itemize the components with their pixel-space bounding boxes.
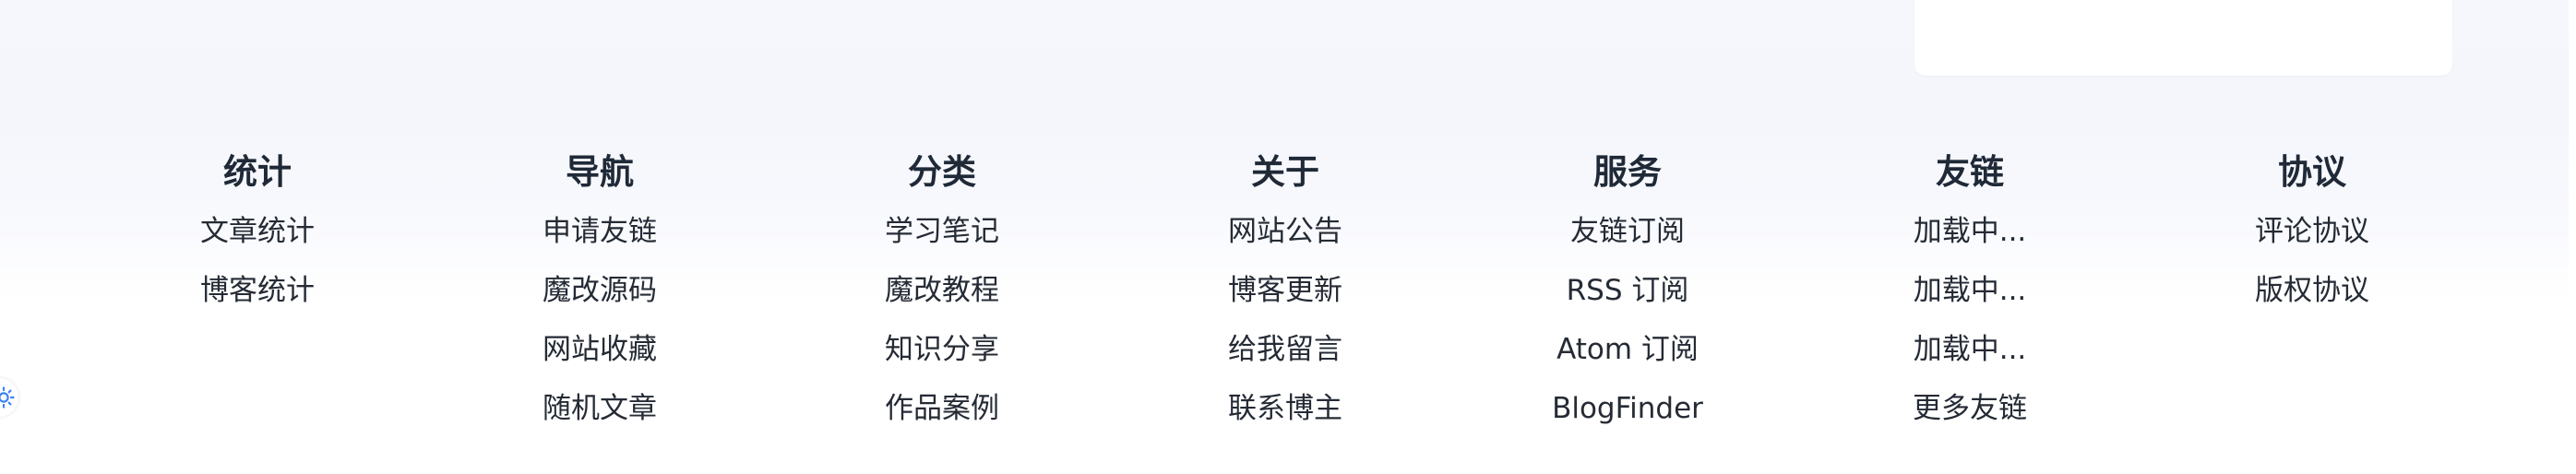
footer-column-agreements: 协议 评论协议 版权协议 (2192, 143, 2432, 320)
footer-column-title: 服务 (1593, 152, 1662, 192)
footer-column-title: 关于 (1251, 152, 1319, 192)
footer-column-title: 协议 (2278, 152, 2346, 192)
footer-link-blogfinder[interactable]: BlogFinder (1508, 379, 1747, 438)
footer-column-about: 关于 网站公告 博客更新 给我留言 联系博主 (1165, 143, 1405, 438)
footer-link-mod-tutorials[interactable]: 魔改教程 (822, 261, 1062, 320)
footer-link-study-notes[interactable]: 学习笔记 (822, 202, 1062, 261)
footer-link-announcements[interactable]: 网站公告 (1165, 202, 1405, 261)
sidebar-card (1914, 0, 2452, 76)
footer-link-mod-source[interactable]: 魔改源码 (480, 261, 720, 320)
footer-link-loading[interactable]: 加载中... (1850, 202, 2090, 261)
footer-link-knowledge-sharing[interactable]: 知识分享 (822, 320, 1062, 379)
footer-link-copyright-agreement[interactable]: 版权协议 (2192, 261, 2432, 320)
footer-column-navigation: 导航 申请友链 魔改源码 网站收藏 随机文章 (480, 143, 720, 438)
footer-link-leave-message[interactable]: 给我留言 (1165, 320, 1405, 379)
footer-link-friend-subscribe[interactable]: 友链订阅 (1508, 202, 1747, 261)
footer-link-loading[interactable]: 加载中... (1850, 320, 2090, 379)
footer-link-loading[interactable]: 加载中... (1850, 261, 2090, 320)
footer-column-title: 导航 (566, 152, 634, 192)
footer-link-blog-stats[interactable]: 博客统计 (137, 261, 377, 320)
footer-link-article-stats[interactable]: 文章统计 (137, 202, 377, 261)
footer-link-site-bookmarks[interactable]: 网站收藏 (480, 320, 720, 379)
footer-link-apply-friend-link[interactable]: 申请友链 (480, 202, 720, 261)
footer-link-contact-author[interactable]: 联系博主 (1165, 379, 1405, 438)
footer-links: 统计 文章统计 博客统计 导航 申请友链 魔改源码 网站收藏 随机文章 分类 学… (0, 143, 2576, 447)
footer-column-title: 友链 (1936, 152, 2004, 192)
footer-column-title: 分类 (908, 152, 976, 192)
footer-column-title: 统计 (223, 152, 292, 192)
footer-column-services: 服务 友链订阅 RSS 订阅 Atom 订阅 BlogFinder (1508, 143, 1747, 438)
page-edge (2569, 0, 2576, 474)
footer-link-portfolio[interactable]: 作品案例 (822, 379, 1062, 438)
footer-link-rss[interactable]: RSS 订阅 (1508, 261, 1747, 320)
footer-column-friends: 友链 加载中... 加载中... 加载中... 更多友链 (1850, 143, 2090, 438)
footer-column-categories: 分类 学习笔记 魔改教程 知识分享 作品案例 (822, 143, 1062, 438)
footer-link-more-friends[interactable]: 更多友链 (1850, 379, 2090, 438)
footer-link-blog-updates[interactable]: 博客更新 (1165, 261, 1405, 320)
footer-link-atom[interactable]: Atom 订阅 (1508, 320, 1747, 379)
footer-link-comment-agreement[interactable]: 评论协议 (2192, 202, 2432, 261)
footer-link-random-article[interactable]: 随机文章 (480, 379, 720, 438)
footer-column-stats: 统计 文章统计 博客统计 (137, 143, 377, 320)
sun-icon (0, 386, 15, 409)
